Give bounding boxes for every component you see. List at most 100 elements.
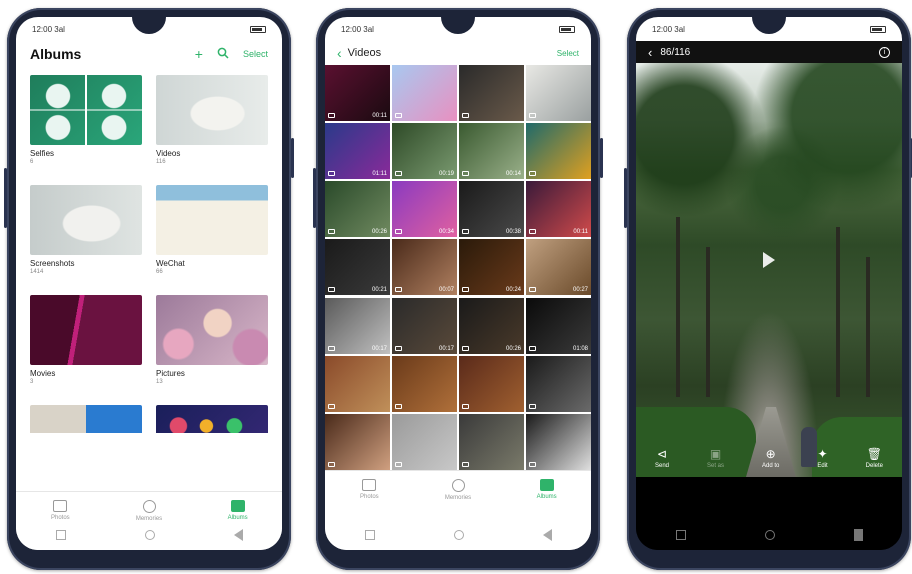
- video-thumbnail[interactable]: [459, 355, 524, 412]
- albums-icon: [230, 500, 245, 512]
- album-videos[interactable]: Videos 116: [156, 75, 268, 179]
- video-thumbnail[interactable]: 00:26: [459, 297, 524, 354]
- video-thumbnail[interactable]: 00:17: [392, 297, 457, 354]
- add-to-button[interactable]: ⊕ Add to: [762, 447, 779, 481]
- recent-apps-icon[interactable]: [364, 530, 375, 540]
- video-camera-icon: [328, 229, 335, 235]
- video-duration: 00:19: [438, 171, 454, 178]
- tab-photos[interactable]: Photos: [325, 471, 414, 508]
- add-album-button[interactable]: +: [195, 46, 203, 62]
- video-thumbnail[interactable]: 00:19: [392, 123, 457, 180]
- search-icon[interactable]: [217, 46, 229, 62]
- page-title: Videos: [347, 47, 382, 59]
- video-thumbnail[interactable]: 01:11: [325, 123, 390, 180]
- video-thumbnail[interactable]: 00:11: [325, 65, 390, 121]
- video-thumbnail[interactable]: [392, 65, 457, 121]
- album-name: Screenshots: [30, 259, 75, 268]
- home-icon[interactable]: [764, 530, 775, 540]
- system-nav-bar: [16, 520, 282, 550]
- video-thumbnail[interactable]: 00:11: [526, 181, 591, 238]
- video-camera-icon: [395, 171, 402, 177]
- video-preview[interactable]: [636, 63, 902, 477]
- play-icon[interactable]: [763, 252, 775, 268]
- set-as-button[interactable]: ▣ Set as: [707, 447, 724, 481]
- video-thumbnail[interactable]: 00:17: [325, 297, 390, 354]
- album-screenshots[interactable]: Screenshots 1414: [30, 185, 142, 289]
- album-apps[interactable]: [156, 405, 268, 433]
- bottom-tab-bar: Photos Memories Albums: [325, 470, 591, 508]
- video-thumbnail[interactable]: 00:27: [526, 239, 591, 296]
- set-as-icon: ▣: [709, 447, 722, 461]
- video-thumbnail[interactable]: [526, 355, 591, 412]
- tab-memories[interactable]: Memories: [414, 471, 503, 508]
- album-wechat[interactable]: WeChat 66: [156, 185, 268, 289]
- recent-apps-icon[interactable]: [55, 530, 66, 540]
- video-thumbnail[interactable]: 00:34: [392, 181, 457, 238]
- home-icon[interactable]: [453, 530, 464, 540]
- back-icon[interactable]: [853, 529, 863, 541]
- video-camera-icon: [462, 287, 469, 293]
- video-camera-icon: [529, 403, 536, 409]
- album-thumbnail: [156, 185, 268, 255]
- video-camera-icon: [395, 287, 402, 293]
- video-thumbnail[interactable]: [526, 413, 591, 470]
- video-thumbnail[interactable]: 00:14: [459, 123, 524, 180]
- battery-icon: [250, 25, 266, 33]
- video-thumbnail[interactable]: 00:07: [392, 239, 457, 296]
- back-icon[interactable]: [233, 529, 243, 541]
- delete-button[interactable]: 🗑 Delete: [866, 447, 883, 481]
- video-thumbnail[interactable]: [526, 65, 591, 121]
- tool-label: Delete: [865, 463, 883, 469]
- tree-trunk: [676, 217, 680, 397]
- album-thumbnail: [30, 185, 142, 255]
- album-pictures[interactable]: Pictures 13: [156, 295, 268, 399]
- select-button[interactable]: Select: [243, 49, 268, 59]
- video-duration: 00:11: [372, 113, 387, 119]
- video-thumbnail[interactable]: [392, 355, 457, 412]
- video-camera-icon: [462, 229, 469, 235]
- album-grid: Selfies 6 Videos 116 Screenshots 1414 We…: [16, 67, 282, 433]
- video-thumbnail[interactable]: 00:26: [325, 181, 390, 238]
- viewer-header: ‹ 86/116 i: [636, 41, 902, 63]
- video-camera-icon: [462, 461, 469, 467]
- volume-button: [4, 168, 7, 228]
- recent-apps-icon[interactable]: [675, 530, 686, 540]
- video-thumbnail[interactable]: 01:08: [526, 297, 591, 354]
- video-duration: 00:17: [438, 345, 454, 352]
- video-duration: 00:21: [371, 287, 387, 294]
- video-grid: 00:11 01:11 00:19 00:14 00:26 00:34 00:38 00:11…: [325, 65, 591, 470]
- system-nav-bar: [636, 520, 902, 550]
- album-selfies[interactable]: Selfies 6: [30, 75, 142, 179]
- video-thumbnail[interactable]: 00:38: [459, 181, 524, 238]
- video-thumbnail[interactable]: [392, 413, 457, 470]
- back-button[interactable]: ‹: [648, 45, 652, 60]
- video-thumbnail[interactable]: 00:21: [325, 239, 390, 296]
- video-thumbnail[interactable]: [459, 65, 524, 121]
- video-camera-icon: [529, 229, 536, 235]
- send-button[interactable]: ⊲ Send: [655, 447, 669, 481]
- info-icon[interactable]: i: [879, 46, 890, 58]
- edit-button[interactable]: ✦ Edit: [817, 447, 827, 481]
- albums-header: Albums + Select: [16, 41, 282, 67]
- video-duration: 00:26: [505, 345, 521, 352]
- back-icon[interactable]: [542, 529, 552, 541]
- video-thumbnail[interactable]: [325, 413, 390, 470]
- tool-label: Add to: [761, 463, 780, 469]
- media-counter: 86/116: [660, 46, 691, 58]
- video-thumbnail[interactable]: [459, 413, 524, 470]
- home-icon[interactable]: [144, 530, 155, 540]
- tab-albums[interactable]: Albums: [502, 471, 591, 508]
- albums-icon: [539, 479, 554, 491]
- select-button[interactable]: Select: [557, 49, 579, 58]
- album-movies[interactable]: Movies 3: [30, 295, 142, 399]
- album-name: Selfies: [30, 149, 55, 158]
- video-thumbnail[interactable]: 00:24: [459, 239, 524, 296]
- video-duration: 00:07: [438, 287, 454, 294]
- video-camera-icon: [529, 113, 536, 118]
- video-camera-icon: [395, 229, 402, 235]
- video-thumbnail[interactable]: [526, 123, 591, 180]
- video-thumbnail[interactable]: [325, 355, 390, 412]
- back-button[interactable]: ‹: [337, 45, 342, 61]
- album-qr[interactable]: [30, 405, 142, 433]
- video-duration: 00:26: [371, 229, 387, 236]
